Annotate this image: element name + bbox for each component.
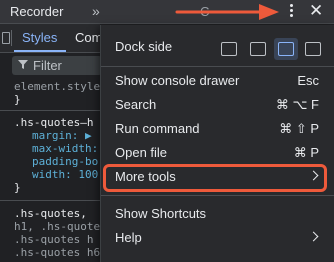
code-line: h1, .hs-quote xyxy=(14,220,100,233)
filter-row: Filter xyxy=(0,54,102,76)
filter-placeholder: Filter xyxy=(33,58,62,73)
code-line: } xyxy=(14,181,21,194)
code-line: max-width: xyxy=(32,142,99,155)
active-tab-indicator xyxy=(14,50,66,52)
menu-item-shortcut: ⌘ ⇧ P xyxy=(279,121,319,136)
code-line: .hs-quotes—h xyxy=(14,116,94,129)
dock-left-icon[interactable] xyxy=(250,42,266,56)
devtools-tab-bar: Recorder » C ✕ xyxy=(0,0,334,24)
code-line: margin: ▶ xyxy=(32,129,92,142)
undock-icon[interactable] xyxy=(221,42,237,56)
menu-item-shortcut: Esc xyxy=(297,73,319,88)
menu-item-label: Search xyxy=(115,97,157,112)
menu-item-open-file[interactable]: Open file ⌘ P xyxy=(101,141,334,165)
menu-item-label: Run command xyxy=(115,121,200,136)
chevron-right-icon xyxy=(308,231,319,242)
menu-item-show-console-drawer[interactable]: Show console drawer Esc xyxy=(101,69,334,93)
menu-item-label: Show console drawer xyxy=(115,73,240,88)
menu-item-shortcut: ⌘ P xyxy=(293,145,319,160)
styles-tab-bar: Styles Com xyxy=(0,24,102,53)
tab-recorder[interactable]: Recorder xyxy=(10,4,63,19)
menu-item-label: Open file xyxy=(115,145,168,160)
styles-code-pane: element.style } .hs-quotes—h margin: ▶ m… xyxy=(0,77,100,262)
more-tools-highlight xyxy=(103,164,327,192)
menu-item-shortcut: ⌘ ⌥ F xyxy=(275,97,319,112)
devtools-main-menu: Dock side Show console drawer Esc Search… xyxy=(100,25,334,262)
dock-side-label: Dock side xyxy=(115,39,173,54)
sidebar-toggle-icon[interactable] xyxy=(0,30,12,46)
code-line: } xyxy=(14,93,21,106)
code-line: .hs-quotes h6 xyxy=(14,246,100,259)
dock-side-row: Dock side xyxy=(101,31,334,61)
more-tabs-icon[interactable]: » xyxy=(92,3,100,19)
code-line: padding-bo xyxy=(32,155,99,168)
dock-right-icon[interactable] xyxy=(305,42,321,56)
menu-item-search[interactable]: Search ⌘ ⌥ F xyxy=(101,93,334,117)
close-icon[interactable]: ✕ xyxy=(309,1,323,21)
funnel-icon xyxy=(18,60,28,69)
menu-item-help[interactable]: Help xyxy=(101,226,334,250)
annotation-arrow-icon xyxy=(175,4,279,20)
code-line: width: 100 xyxy=(32,168,99,181)
code-line: .hs-quotes h xyxy=(14,233,94,246)
tab-computed[interactable]: Com xyxy=(75,30,102,45)
menu-item-run-command[interactable]: Run command ⌘ ⇧ P xyxy=(101,117,334,141)
code-line: element.style xyxy=(14,80,100,93)
menu-item-show-shortcuts[interactable]: Show Shortcuts xyxy=(101,202,334,226)
menu-item-label: Show Shortcuts xyxy=(115,206,207,221)
menu-item-label: Help xyxy=(115,230,142,245)
dock-bottom-icon[interactable] xyxy=(278,42,294,56)
code-line: .hs-quotes, xyxy=(14,207,87,220)
more-vertical-icon[interactable] xyxy=(284,2,298,22)
tab-styles[interactable]: Styles xyxy=(22,30,57,45)
